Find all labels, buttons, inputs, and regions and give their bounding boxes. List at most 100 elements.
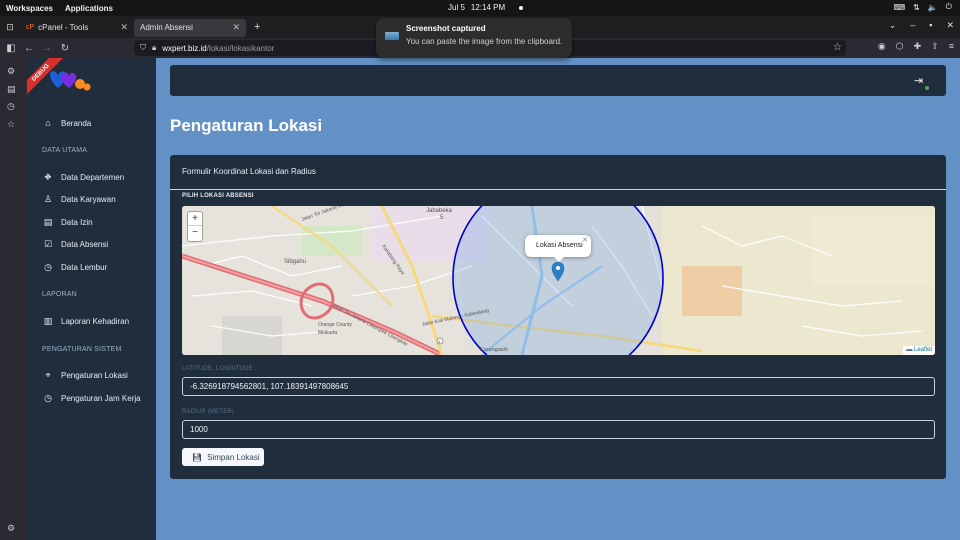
tab-admin-absensi[interactable]: Admin Absensi ✕ xyxy=(134,18,246,37)
clipboard-icon: ▤ xyxy=(43,217,53,227)
user-icon: ♙ xyxy=(43,194,53,204)
sidebar-item-pengaturan-lokasi[interactable]: ⌖ Pengaturan Lokasi xyxy=(43,370,128,381)
popup-text: Lokasi Absensi xyxy=(536,242,583,249)
sidebar-item-laporan-kehadiran[interactable]: ▥ Laporan Kehadiran xyxy=(43,316,129,327)
applications-menu[interactable]: Applications xyxy=(65,4,113,13)
volume-icon[interactable]: 🔈 xyxy=(928,3,938,12)
map-zoom-control: + − xyxy=(188,212,202,241)
sidebar-item-data-departemen[interactable]: ⛖ Data Departemen xyxy=(43,172,124,183)
account-icon[interactable]: ◉ xyxy=(878,41,886,52)
ai-chat-icon[interactable]: ⚙ xyxy=(7,66,15,77)
sidebar-item-beranda[interactable]: ⌂ Beranda xyxy=(43,118,91,128)
browser-sidebar-strip: ⚙ ▤ ◷ ☆ ⚙ xyxy=(0,58,27,540)
customize-sidebar-icon[interactable]: ⚙ xyxy=(7,523,15,534)
tab-overview-icon[interactable]: ⊡ xyxy=(0,22,20,33)
tab-list-icon[interactable]: ⌄ xyxy=(889,20,897,31)
back-icon[interactable]: ← xyxy=(20,43,38,54)
screenshot-thumbnail-icon xyxy=(385,32,399,40)
pocket-icon[interactable]: ⬡ xyxy=(896,41,904,52)
clock-icon: ◷ xyxy=(44,393,52,403)
clock-date: Jul 5 xyxy=(448,3,465,12)
card-title: Formulir Koordinat Lokasi dan Radius xyxy=(182,167,316,176)
clock-time: 12:14 PM xyxy=(470,3,506,12)
tab-close-icon[interactable]: ✕ xyxy=(120,22,128,33)
map-attribution[interactable]: ▬ Leaflet xyxy=(903,346,935,355)
tab-cpanel-tools[interactable]: cP cPanel - Tools ✕ xyxy=(20,19,134,37)
sidebar-item-data-lembur[interactable]: ◷ Data Lembur xyxy=(43,262,107,273)
location-map[interactable]: Jababeka 5 Sibgahu Orange County Meikart… xyxy=(182,206,935,355)
file-icon: ▥ xyxy=(43,316,53,326)
workspaces-menu[interactable]: Workspaces xyxy=(6,4,53,13)
leaflet-link[interactable]: Leaflet xyxy=(914,347,932,353)
online-status-icon xyxy=(924,85,930,91)
maximize-icon[interactable]: ▪ xyxy=(929,20,932,31)
card-divider xyxy=(170,189,946,190)
map-label: Sibgahu xyxy=(284,259,306,265)
save-location-button[interactable]: 💾︎ Simpan Lokasi xyxy=(182,448,264,466)
notification-title: Screenshot captured xyxy=(406,24,486,33)
zoom-out-button[interactable]: − xyxy=(188,226,202,240)
synced-tabs-icon[interactable]: ▤ xyxy=(7,84,16,95)
sidebar-item-label: Beranda xyxy=(61,118,92,128)
sidebar-item-data-karyawan[interactable]: ♙ Data Karyawan xyxy=(43,194,116,205)
tab-label: cPanel - Tools xyxy=(38,23,89,32)
forward-icon[interactable]: → xyxy=(38,43,56,54)
apps-indicator-icon[interactable]: ⌨ xyxy=(893,3,905,12)
share-icon[interactable]: ⇪ xyxy=(931,41,939,52)
sidebar-toggle-icon[interactable]: ◧ xyxy=(2,43,20,54)
section-heading-pengaturan-sistem: PENGATURAN SISTEM xyxy=(42,346,122,353)
lock-icon[interactable]: 🔒︎ xyxy=(152,43,156,53)
radius-input[interactable]: 1000 xyxy=(182,420,935,439)
reload-icon[interactable]: ↻ xyxy=(56,43,74,54)
sidebar-item-label: Data Lembur xyxy=(61,263,108,272)
calendar-check-icon: ☑ xyxy=(43,239,53,249)
notification-dot-icon xyxy=(519,5,524,10)
map-label: Jababeka xyxy=(426,208,453,214)
latlng-input[interactable]: -6.326918794562801, 107.18391497808645 xyxy=(182,377,935,396)
screenshot-notification[interactable]: Screenshot captured You can paste the im… xyxy=(376,18,572,58)
sidebar-item-pengaturan-jam-kerja[interactable]: ◷ Pengaturan Jam Kerja xyxy=(43,393,141,404)
tab-close-icon[interactable]: ✕ xyxy=(232,22,240,33)
location-popup[interactable]: Lokasi Absensi ✕ xyxy=(525,235,591,262)
map-label: Orange County xyxy=(318,322,352,328)
location-form-card: Formulir Koordinat Lokasi dan Radius PIL… xyxy=(170,155,946,479)
zoom-in-button[interactable]: + xyxy=(188,212,202,226)
url-path: /lokasi/lokasikantor xyxy=(206,43,275,53)
clock[interactable]: Jul 5 12:14 PM xyxy=(448,3,524,12)
radius-label: RADIUS (METER) xyxy=(182,409,235,415)
power-icon[interactable]: ⏻ xyxy=(946,2,952,12)
app-sidebar: DEBUG ⌂ Beranda DATA UTAMA ⛖ Data Depart… xyxy=(27,58,156,540)
save-icon: 💾︎ xyxy=(192,452,203,462)
top-header-card: ⇥ xyxy=(170,65,946,96)
shield-icon[interactable]: ⛉ xyxy=(140,43,146,53)
sidebar-item-label: Pengaturan Jam Kerja xyxy=(61,394,141,403)
minimize-icon[interactable]: – xyxy=(910,20,915,31)
bookmarks-icon[interactable]: ☆ xyxy=(7,119,15,130)
sidebar-item-label: Data Karyawan xyxy=(61,195,116,204)
sidebar-item-data-izin[interactable]: ▤ Data Izin xyxy=(43,217,93,228)
map-marker-icon: ⌖ xyxy=(45,370,51,380)
hamburger-menu-icon[interactable]: ≡ xyxy=(949,41,954,52)
sidebar-item-data-absensi[interactable]: ☑ Data Absensi xyxy=(43,239,108,250)
sidebar-item-label: Laporan Kehadiran xyxy=(61,317,130,326)
extensions-icon[interactable]: ✚ xyxy=(914,41,922,52)
map-tiles[interactable]: Jababeka 5 Sibgahu Orange County Meikart… xyxy=(182,206,935,355)
sidebar-item-label: Data Absensi xyxy=(61,240,109,249)
clock-icon: ◷ xyxy=(44,262,52,272)
new-tab-icon[interactable]: + xyxy=(254,21,260,33)
popup-close-icon[interactable]: ✕ xyxy=(582,236,588,244)
latlng-label: LATITUDE, LONGITUDE xyxy=(182,366,253,372)
bookmark-star-icon[interactable]: ☆ xyxy=(833,42,842,53)
section-heading-data-utama: DATA UTAMA xyxy=(42,147,88,154)
page-title: Pengaturan Lokasi xyxy=(170,116,323,135)
tab-label: Admin Absensi xyxy=(140,23,193,32)
save-label: Simpan Lokasi xyxy=(207,452,260,462)
network-icon[interactable]: ⇅ xyxy=(913,3,920,12)
history-icon[interactable]: ◷ xyxy=(7,101,15,112)
brand-logo[interactable] xyxy=(47,70,91,92)
close-window-icon[interactable]: ✕ xyxy=(946,20,954,31)
flag-icon: ▬ xyxy=(906,347,913,353)
sidebar-item-label: Pengaturan Lokasi xyxy=(61,371,128,380)
system-top-bar: Workspaces Applications Jul 5 12:14 PM ⌨… xyxy=(0,0,960,16)
map-label: Karangasih xyxy=(480,347,508,353)
